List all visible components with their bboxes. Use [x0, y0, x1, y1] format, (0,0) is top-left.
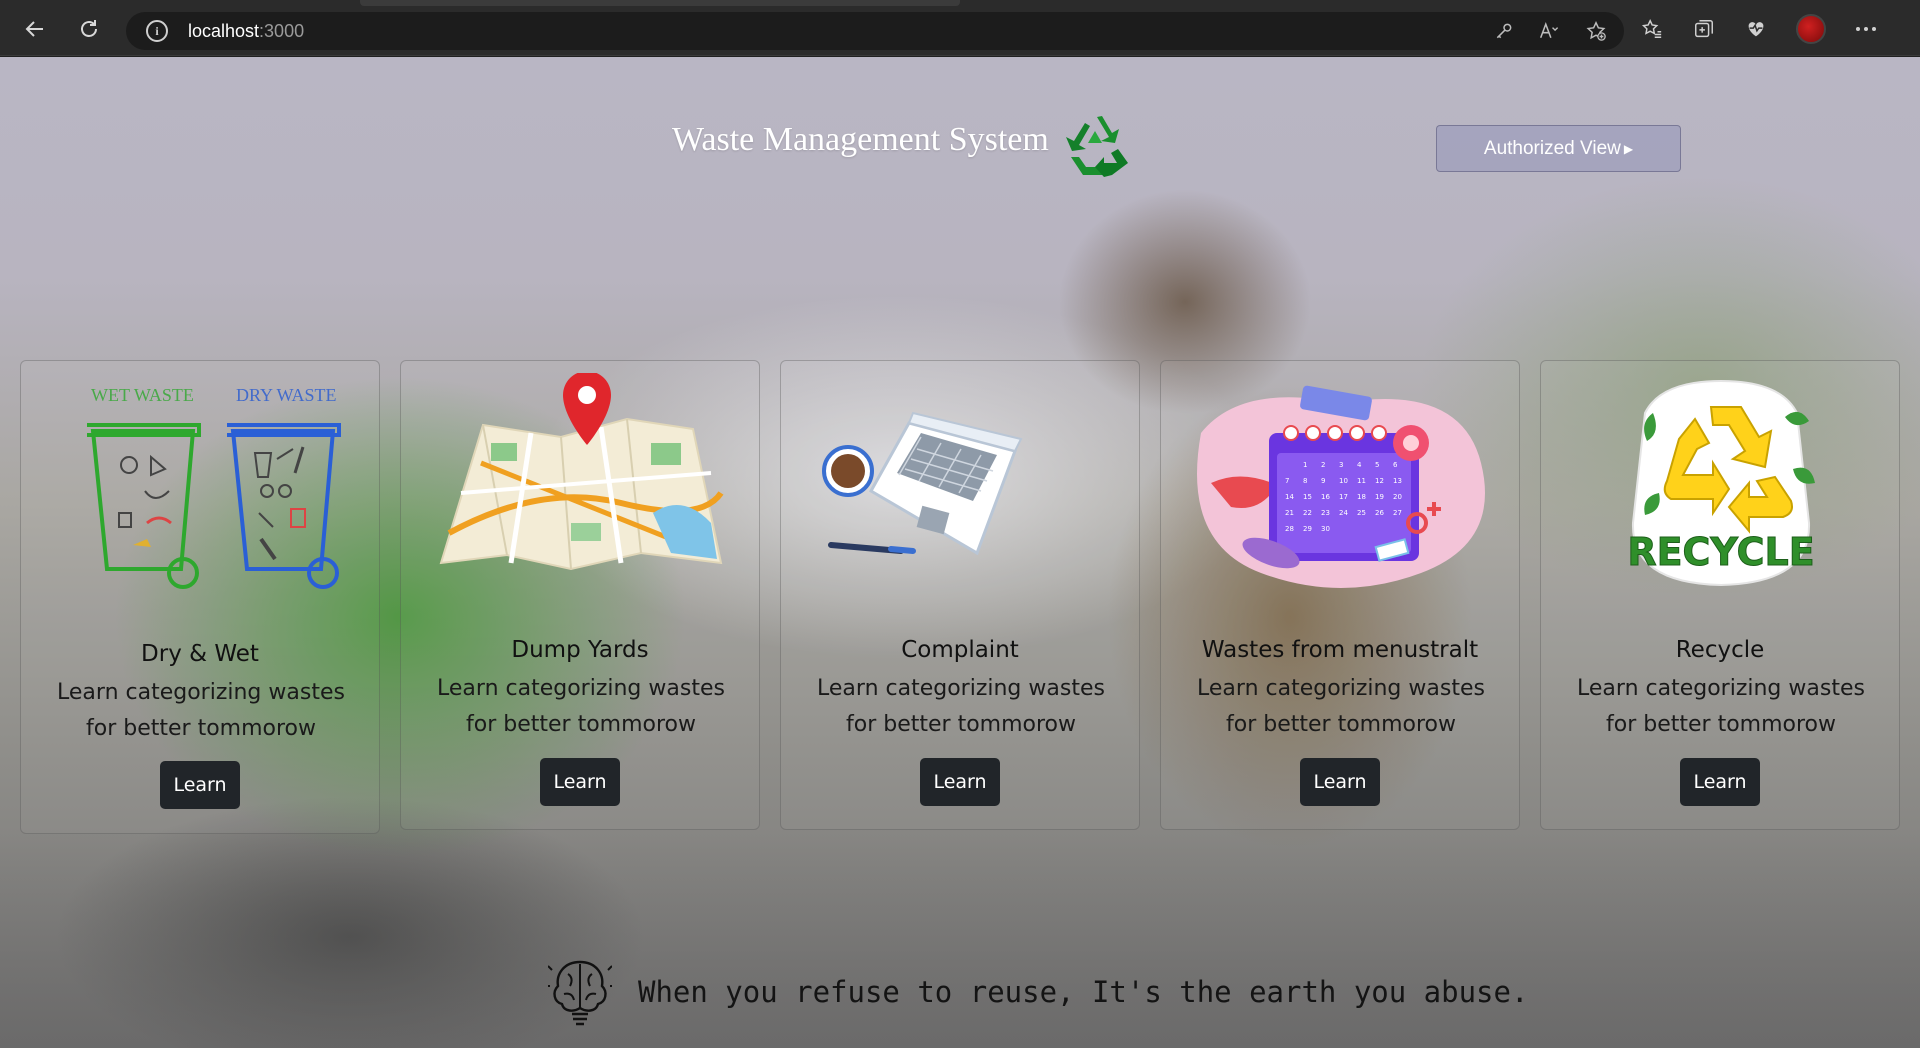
calendar-day: 15	[1303, 493, 1312, 501]
calendar-day: 20	[1393, 493, 1402, 501]
learn-button[interactable]: Learn	[1300, 758, 1380, 806]
card-text: Learn categorizing wastes for better tom…	[1577, 676, 1865, 737]
reload-icon[interactable]	[72, 12, 106, 46]
caret-right-icon: ▶	[1623, 141, 1634, 156]
recycle-sticker-illustration: RECYCLE	[1627, 379, 1815, 587]
address-bar[interactable]: i localhost:3000	[126, 12, 1624, 50]
calendar-day: 4	[1357, 461, 1362, 469]
learn-button[interactable]: Learn	[920, 758, 1000, 806]
authorized-view-button[interactable]: Authorized View ▶	[1436, 125, 1681, 172]
calendar-day: 21	[1285, 509, 1294, 517]
dry-waste-label: DRY WASTE	[236, 385, 337, 405]
learn-button[interactable]: Learn	[1680, 758, 1760, 806]
calendar-day: 24	[1339, 509, 1348, 517]
learn-button[interactable]: Learn	[160, 761, 240, 809]
collections-icon[interactable]	[1692, 17, 1716, 41]
url-port: :3000	[259, 20, 305, 41]
card-menstrual-waste: 1 2 3 4 5 6 7 8 9 10 11 12 13 14 15 16 17 18 19 20 21 22 23 24 2…	[1160, 360, 1520, 830]
calendar-day: 8	[1303, 477, 1307, 485]
brain-bulb-icon	[548, 960, 612, 1026]
calendar-day: 16	[1321, 493, 1330, 501]
calendar-day: 30	[1321, 525, 1330, 533]
recycle-logo-icon	[1066, 116, 1128, 177]
calendar-day: 29	[1303, 525, 1312, 533]
browser-toolbar: i localhost:3000	[0, 0, 1920, 56]
card-title: Wastes from menustralt	[1201, 637, 1479, 663]
card-title: Dump Yards	[511, 637, 649, 663]
card-complaint: Complaint Learn categorizing wastes for …	[780, 360, 1140, 830]
calendar-day: 11	[1357, 477, 1366, 485]
page-viewport: Waste Management System Authorized View ▶…	[0, 57, 1920, 1048]
card-dump-yards: Dump Yards Learn categorizing wastes for…	[400, 360, 760, 830]
url-host: localhost	[188, 20, 260, 41]
calendar-day: 13	[1393, 477, 1402, 485]
calendar-day: 1	[1303, 461, 1307, 469]
calendar-day: 23	[1321, 509, 1330, 517]
dry-wet-bins-illustration: WET WASTE DRY WASTE	[87, 385, 341, 589]
profile-avatar[interactable]	[1796, 14, 1826, 44]
more-icon[interactable]	[1854, 17, 1878, 41]
key-icon[interactable]	[1492, 19, 1516, 43]
authorized-view-label: Authorized View	[1483, 137, 1621, 159]
calendar-day: 2	[1321, 461, 1325, 469]
card-text: Learn categorizing wastes for better tom…	[437, 676, 725, 737]
quote-banner: When you refuse to reuse, It's the earth…	[548, 952, 1528, 1032]
calendar-day: 26	[1375, 509, 1384, 517]
laptop-coffee-illustration	[822, 411, 1023, 556]
calendar-day: 19	[1375, 493, 1384, 501]
card-title: Recycle	[1675, 637, 1765, 663]
page-title: Waste Management System	[672, 121, 1049, 158]
calendar-day: 6	[1393, 461, 1398, 469]
calendar-day: 3	[1339, 461, 1343, 469]
active-tab-edge	[360, 0, 960, 6]
menstrual-calendar-illustration: 1 2 3 4 5 67 8 9 10 11 12 1314 15 16 17 18 19 2021 22 23 24 2…	[1197, 385, 1485, 588]
calendar-day: 18	[1357, 493, 1366, 501]
card-dry-wet: WET WASTE DRY WASTE Dry & Wet Learn cate…	[20, 360, 380, 834]
card-recycle: RECYCLE Recycle Learn categorizing waste…	[1540, 360, 1900, 830]
calendar-day: 25	[1357, 509, 1366, 517]
calendar-day: 12	[1375, 477, 1384, 485]
favorites-icon[interactable]	[1640, 17, 1664, 41]
info-icon[interactable]: i	[146, 20, 168, 42]
calendar-day: 22	[1303, 509, 1312, 517]
calendar-day: 28	[1285, 525, 1294, 533]
card-text: Learn categorizing wastes for better tom…	[1197, 676, 1485, 737]
calendar-day: 17	[1339, 493, 1348, 501]
calendar-day: 10	[1339, 477, 1348, 485]
wet-waste-label: WET WASTE	[91, 385, 194, 405]
calendar-day: 27	[1393, 509, 1402, 517]
calendar-day: 7	[1285, 477, 1289, 485]
card-text: Learn categorizing wastes for better tom…	[57, 680, 345, 741]
add-favorite-icon[interactable]	[1584, 19, 1608, 43]
calendar-day: 5	[1375, 461, 1379, 469]
recycle-sticker-label: RECYCLE	[1627, 530, 1814, 574]
calendar-day: 14	[1285, 493, 1294, 501]
health-icon[interactable]	[1744, 17, 1768, 41]
card-title: Complaint	[901, 637, 1019, 663]
map-pin-illustration	[439, 373, 724, 571]
learn-button[interactable]: Learn	[540, 758, 620, 806]
url-text[interactable]: localhost:3000	[188, 21, 304, 42]
calendar-day: 9	[1321, 477, 1325, 485]
read-aloud-icon[interactable]	[1538, 19, 1562, 43]
card-title: Dry & Wet	[141, 641, 259, 667]
card-text: Learn categorizing wastes for better tom…	[817, 676, 1105, 737]
quote-text: When you refuse to reuse, It's the earth…	[638, 975, 1529, 1009]
back-icon[interactable]	[18, 12, 52, 46]
